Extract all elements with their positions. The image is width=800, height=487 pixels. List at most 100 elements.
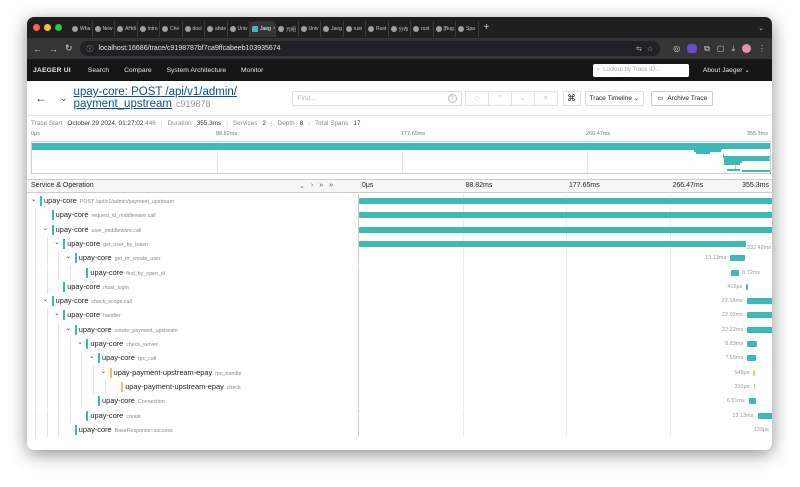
browser-tab[interactable]: Univ [228, 21, 250, 37]
span-timeline-cell[interactable]: 133μs [358, 422, 772, 438]
span-name-cell[interactable]: upay-core Connection [27, 394, 358, 409]
span-name-cell[interactable]: ⌄ upay-payment-upstream-epay rpc_handle [27, 365, 358, 380]
span-service-label[interactable]: upay-core request_id_middleware.call [56, 210, 156, 219]
nav-monitor[interactable]: Monitor [241, 67, 263, 74]
span-service-label[interactable]: upay-core user_middleware.call [56, 225, 142, 234]
span-row[interactable]: upay-payment-upstream-epay check 310μs [27, 379, 772, 395]
browser-tab[interactable]: rust [411, 21, 434, 37]
span-timeline-cell[interactable]: 548μs [358, 365, 772, 380]
span-timeline-cell[interactable]: 310μs [358, 379, 772, 395]
collapse-header-chevron-icon[interactable]: ⌄ [60, 93, 68, 104]
expand-span-chevron-icon[interactable]: ⌄ [89, 352, 94, 360]
span-duration-bar[interactable] [747, 355, 757, 362]
span-timeline-cell[interactable]: 7.55ms [358, 351, 772, 366]
span-duration-bar[interactable] [730, 255, 746, 262]
extension-icon[interactable]: ◎ [673, 44, 680, 53]
browser-tab[interactable]: Intro [138, 21, 160, 37]
span-service-label[interactable]: upay-core find_by_open_id [90, 268, 165, 277]
expand-span-chevron-icon[interactable]: ⌄ [66, 252, 71, 260]
minimap-canvas[interactable] [31, 141, 771, 175]
span-name-cell[interactable]: ⌄ upay-core POST /api/v1/admin/payment_ups… [27, 194, 358, 208]
span-timeline-cell[interactable]: 13.13ms [358, 251, 772, 266]
span-timeline-cell[interactable]: 22.18ms [358, 294, 772, 309]
archive-trace-button[interactable]: ▭ Archive Trace [651, 90, 714, 106]
expand-span-chevron-icon[interactable]: ⌄ [54, 309, 59, 317]
span-service-label[interactable]: upay-core Connection [102, 396, 165, 405]
close-window-button[interactable] [33, 24, 40, 31]
span-row[interactable]: ⌄ upay-core check_scope.call 22.18ms [27, 294, 772, 309]
browser-tab[interactable]: 分布 [389, 21, 411, 37]
span-duration-bar[interactable] [746, 298, 772, 305]
span-duration-bar[interactable] [757, 412, 772, 419]
span-row[interactable]: ⌄ upay-core check_server 8.83ms [27, 337, 772, 352]
browser-tab[interactable]: doci [183, 21, 205, 37]
span-service-label[interactable]: upay-core create_payment_upstream [79, 325, 178, 334]
span-row[interactable]: upay-core BaseResponse::success 133μs [27, 422, 772, 438]
span-duration-bar[interactable] [359, 198, 772, 204]
browser-tab[interactable]: Wha [70, 21, 93, 37]
span-row[interactable]: ⌄ upay-core handler 22.02ms [27, 308, 772, 323]
expand-span-chevron-icon[interactable]: ⌄ [54, 238, 59, 246]
span-timeline-cell[interactable]: 416μs [358, 279, 772, 295]
span-timeline-cell[interactable]: 22.22ms [358, 322, 772, 337]
browser-tab[interactable]: AHdi [115, 21, 138, 37]
back-arrow-icon[interactable]: ← [35, 91, 47, 105]
span-duration-bar[interactable] [359, 240, 747, 247]
span-duration-bar[interactable] [753, 383, 755, 390]
browser-tab[interactable]: Jaeg× [250, 21, 276, 37]
span-name-cell[interactable]: ⌄ upay-core check_scope.call [27, 294, 358, 309]
next-match-chevron-down-icon[interactable]: ⌄ [510, 90, 535, 106]
view-select-dropdown[interactable]: Trace Timeline ⌄ [584, 90, 645, 106]
span-row[interactable]: upay-core Connection 6.51ms [27, 394, 772, 409]
span-timeline-cell[interactable]: 22.02ms [358, 308, 772, 323]
browser-tab[interactable]: Univ [299, 21, 321, 37]
span-service-label[interactable]: upay-payment-upstream-epay check [125, 382, 240, 391]
site-info-icon[interactable]: ⓘ [87, 44, 94, 54]
span-name-cell[interactable]: upay-payment-upstream-epay check [27, 379, 358, 395]
span-row[interactable]: ⌄ upay-payment-upstream-epay rpc_handle 548… [27, 365, 772, 380]
expand-span-chevron-icon[interactable]: ⌄ [43, 224, 48, 232]
help-icon[interactable]: ? [447, 93, 457, 103]
span-service-label[interactable]: upay-core create [90, 411, 141, 420]
trace-minimap[interactable]: 0μs 88.82ms 177.65ms 266.47ms 355.3ms [27, 130, 772, 177]
span-service-label[interactable]: upay-core get_user_by_token [67, 239, 148, 248]
span-name-cell[interactable]: ⌄ upay-core get_user_by_token [27, 236, 358, 252]
span-row[interactable]: upay-core create 13.13ms [27, 408, 772, 423]
span-service-label[interactable]: upay-core check_scope.call [56, 296, 132, 305]
extensions-puzzle-icon[interactable]: ⧉ [704, 44, 710, 54]
maximize-window-button[interactable] [55, 24, 62, 31]
span-name-cell[interactable]: ⌄ upay-core user_middleware.call [27, 222, 358, 237]
span-timeline-cell[interactable]: 8.83ms [358, 337, 772, 352]
browser-tab[interactable]: New [93, 21, 115, 37]
span-duration-bar[interactable] [746, 283, 748, 290]
span-service-label[interactable]: upay-core rpc_call [102, 353, 156, 362]
forward-button[interactable]: → [49, 44, 58, 54]
span-service-label[interactable]: upay-core POST /api/v1/admin/payment_upst… [44, 196, 174, 205]
clear-find-close-icon[interactable]: ✕ [533, 90, 558, 106]
extension-badge-icon[interactable] [687, 44, 698, 53]
expand-all-icon[interactable]: » [329, 182, 333, 190]
browser-tab[interactable]: [Bug [434, 21, 456, 37]
nav-compare[interactable]: Compare [124, 67, 152, 74]
browser-tab[interactable]: rust [344, 21, 366, 37]
browser-tab[interactable]: Che [160, 21, 183, 37]
span-row[interactable]: ⌄ upay-core user_middleware.call [27, 222, 772, 237]
span-timeline-cell[interactable] [358, 222, 772, 237]
span-service-label[interactable]: upay-payment-upstream-epay rpc_handle [114, 368, 242, 377]
browser-tab[interactable]: 元组 [276, 21, 299, 37]
bookmark-star-icon[interactable]: ☆ [647, 45, 653, 53]
browser-tab[interactable]: ahde [205, 21, 228, 37]
span-name-cell[interactable]: ⌄ upay-core get_or_create_user [27, 251, 358, 266]
span-duration-bar[interactable] [747, 312, 772, 319]
download-icon[interactable]: ⤓ [731, 44, 735, 54]
nav-search[interactable]: Search [88, 67, 109, 74]
span-name-cell[interactable]: upay-core request_id_middleware.call [27, 208, 358, 223]
span-name-cell[interactable]: ⌄ upay-core check_server [27, 337, 358, 352]
back-button[interactable]: ← [33, 44, 42, 54]
span-duration-bar[interactable] [748, 398, 757, 405]
span-duration-bar[interactable] [747, 326, 772, 333]
span-timeline-cell[interactable] [358, 194, 772, 209]
about-jaeger-menu[interactable]: About Jaeger ⌄ [703, 66, 750, 74]
span-row[interactable]: upay-core request_id_middleware.call [27, 208, 772, 223]
trace-id-lookup-input[interactable]: ⌕ Lookup by Trace ID... [592, 63, 689, 77]
